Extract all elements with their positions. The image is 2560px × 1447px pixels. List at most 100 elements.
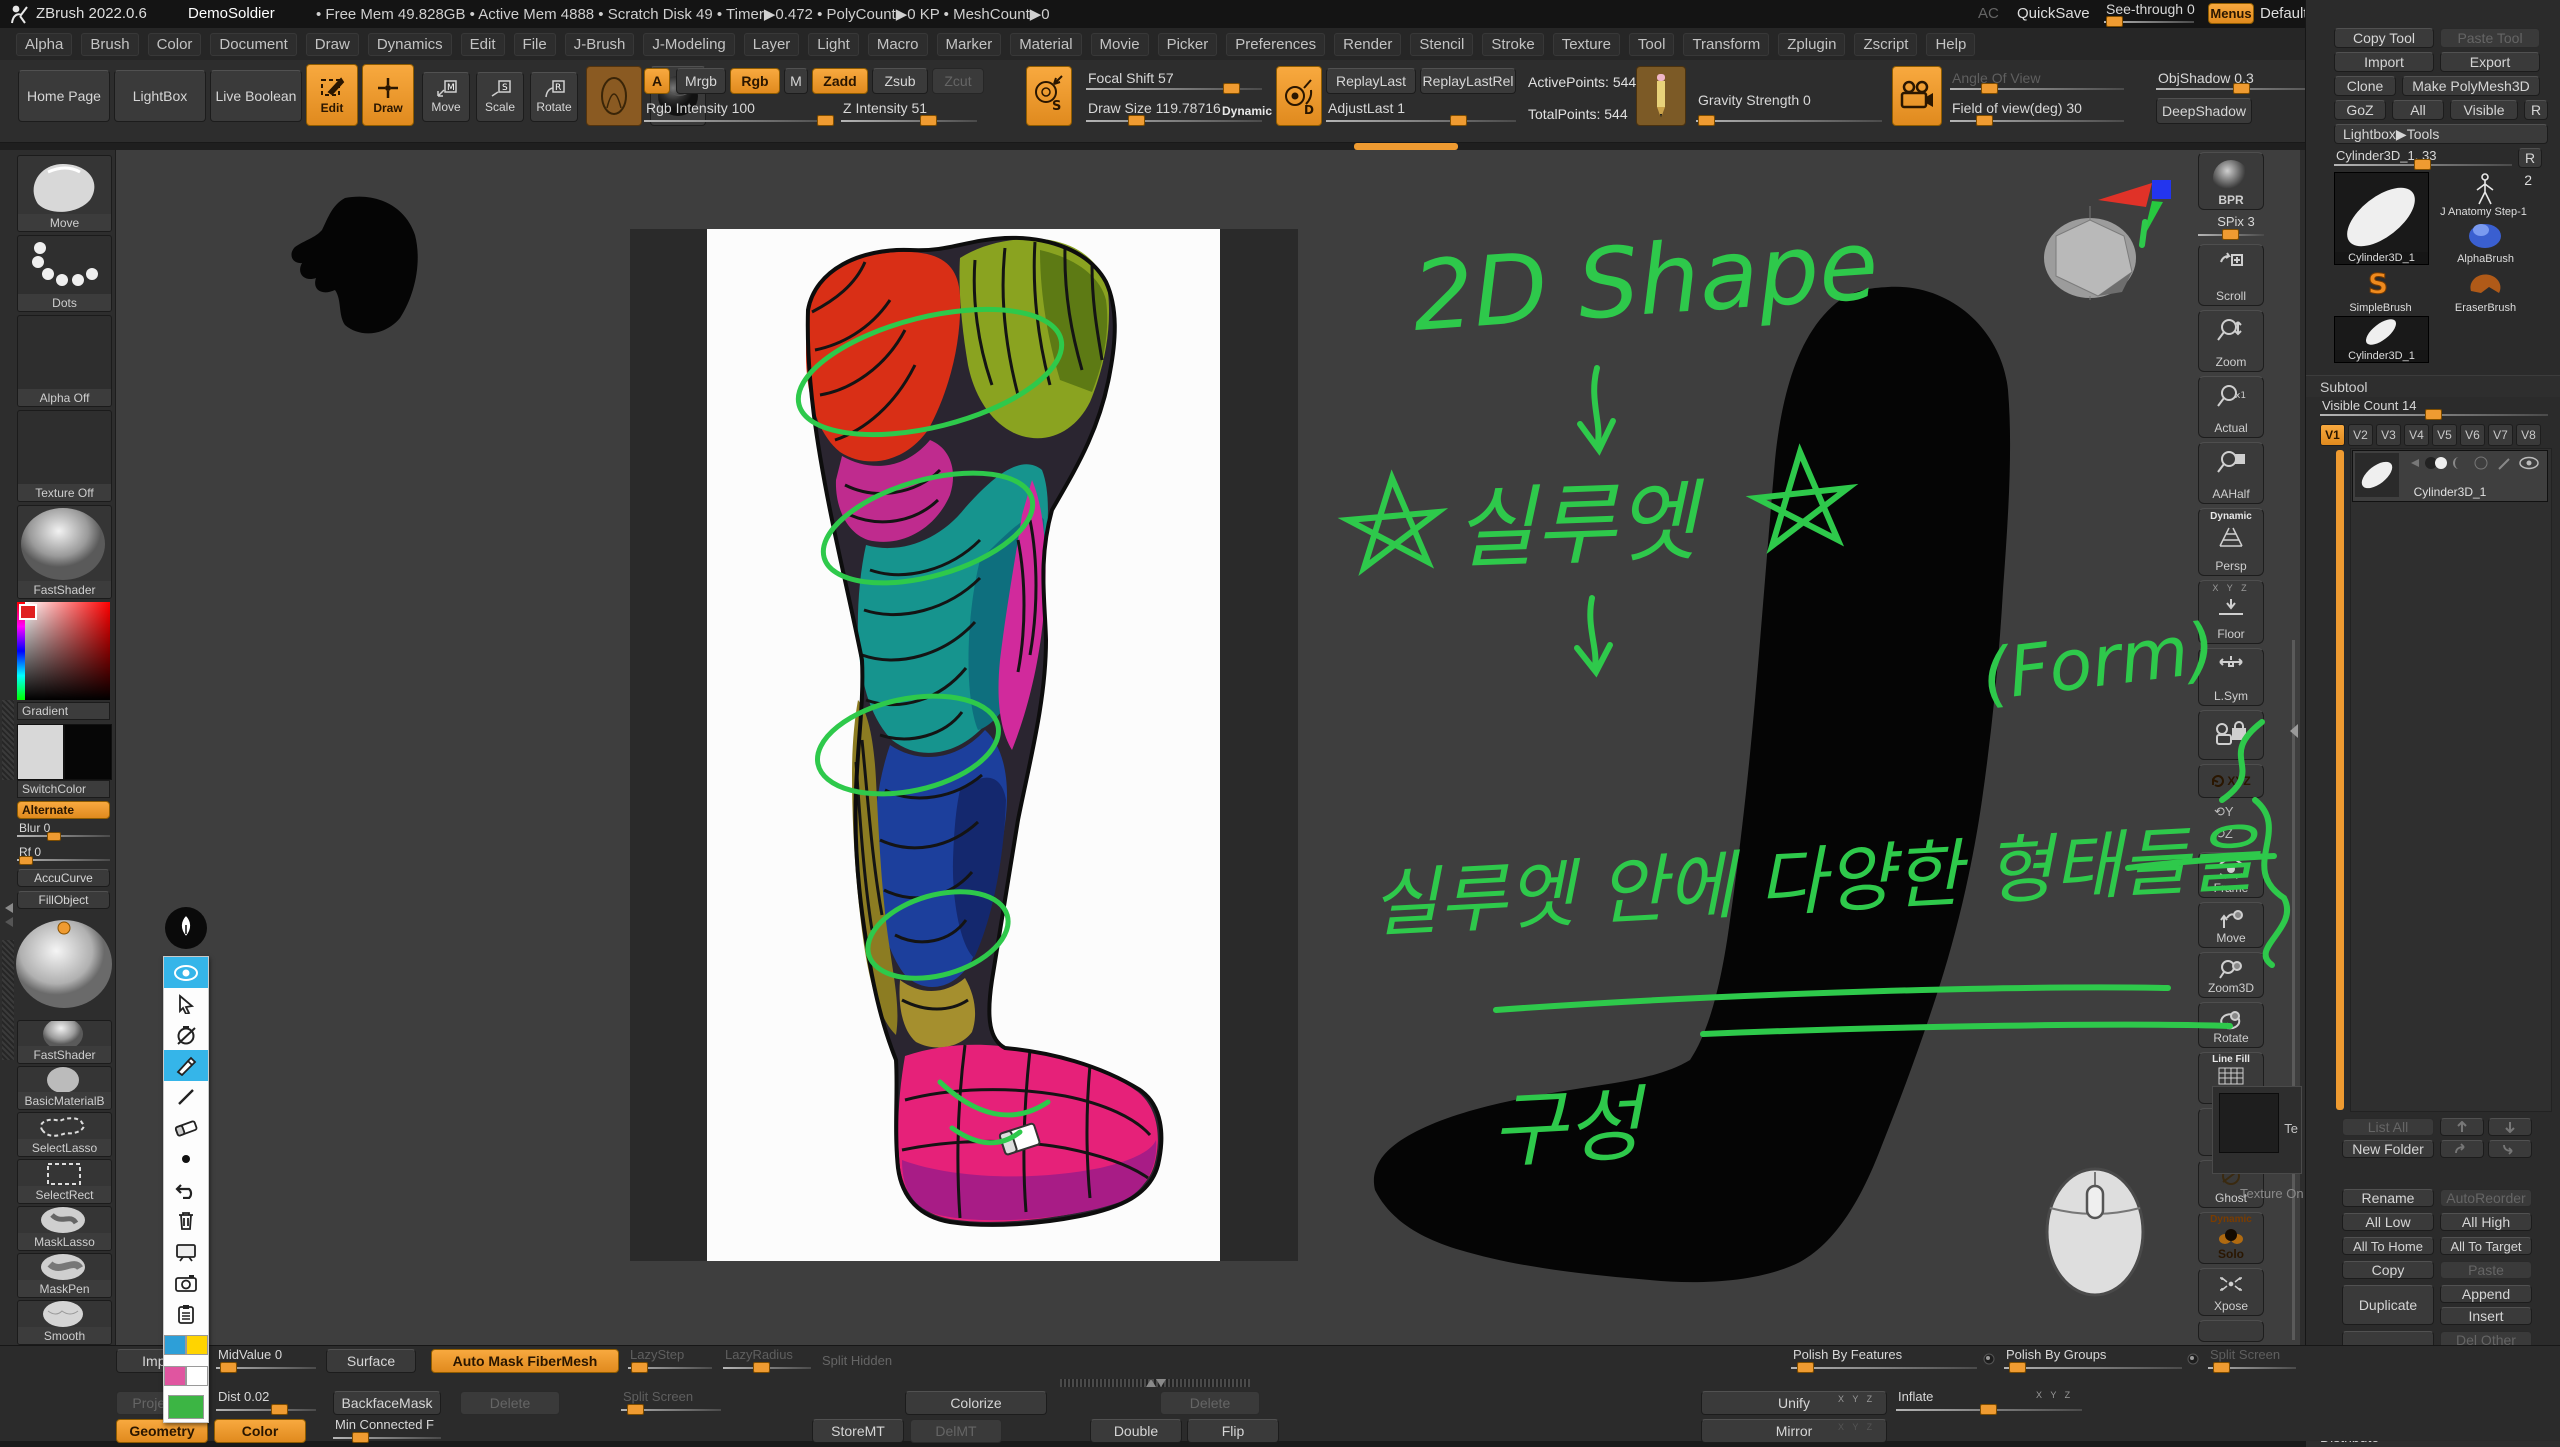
- texture-on-button[interactable]: Texture On: [2240, 1186, 2304, 1201]
- split-screen-slider[interactable]: Split Screen: [2208, 1347, 2296, 1373]
- tray-material[interactable]: FastShader: [17, 505, 112, 599]
- menu-item[interactable]: Marker: [937, 33, 1002, 56]
- surface-button[interactable]: Surface: [326, 1349, 416, 1373]
- delmt-button[interactable]: DelMT: [910, 1419, 1002, 1443]
- inflate-xyz[interactable]: X Y Z: [2036, 1390, 2073, 1400]
- menu-item[interactable]: Macro: [868, 33, 928, 56]
- ink-active-color[interactable]: [164, 1391, 208, 1422]
- menu-item[interactable]: Draw: [306, 33, 359, 56]
- goz-all-button[interactable]: All: [2392, 100, 2444, 120]
- min-connected-slider[interactable]: Min Connected F: [333, 1417, 441, 1443]
- menus-button[interactable]: Menus: [2208, 3, 2254, 24]
- lazystep-slider[interactable]: LazyStep: [628, 1347, 712, 1373]
- menu-item[interactable]: Light: [808, 33, 859, 56]
- zadd-button[interactable]: Zadd: [812, 68, 868, 94]
- lightbox-tools-button[interactable]: Lightbox▶Tools: [2334, 124, 2548, 144]
- menu-item[interactable]: Picker: [1158, 33, 1218, 56]
- subtool-version-tab[interactable]: V4: [2404, 424, 2429, 446]
- tray-alpha[interactable]: Alpha Off: [17, 315, 112, 407]
- subtool-version-tab[interactable]: V5: [2432, 424, 2457, 446]
- ink-whiteboard-button[interactable]: [164, 1236, 208, 1267]
- zcut-button[interactable]: Zcut: [932, 68, 984, 94]
- color-button[interactable]: Color: [214, 1419, 306, 1443]
- shelf-scroll-track[interactable]: [0, 143, 2560, 150]
- paste-subtool-button[interactable]: Paste: [2440, 1261, 2532, 1279]
- polish-features-toggle[interactable]: [1982, 1352, 1996, 1366]
- subtool-header[interactable]: Subtool: [2306, 375, 2560, 397]
- swatch-white[interactable]: [186, 1366, 208, 1386]
- a-button[interactable]: A: [644, 68, 670, 94]
- move-to-folder-down-button[interactable]: [2488, 1140, 2532, 1158]
- quicksave-button[interactable]: QuickSave: [2017, 5, 2090, 22]
- gravity-strength-slider[interactable]: Gravity Strength 0: [1696, 92, 1882, 126]
- menu-item[interactable]: Transform: [1683, 33, 1769, 56]
- ink-timer-tool[interactable]: [164, 1019, 208, 1050]
- ink-undo-button[interactable]: [164, 1174, 208, 1205]
- secondary-color-swatch[interactable]: [64, 724, 112, 780]
- texture-flyout[interactable]: Te: [2212, 1086, 2302, 1174]
- alternate-button[interactable]: Alternate: [17, 801, 110, 819]
- tool-thumb-alphabrush[interactable]: AlphaBrush: [2437, 220, 2534, 263]
- tool-thumb-eraserbrush[interactable]: EraserBrush: [2437, 267, 2534, 312]
- export-tool-button[interactable]: Export: [2440, 52, 2540, 72]
- copy-subtool-button[interactable]: Copy: [2342, 1261, 2434, 1279]
- menu-item[interactable]: Movie: [1091, 33, 1149, 56]
- backfacemask-button[interactable]: BackfaceMask: [333, 1391, 441, 1415]
- goz-r-button[interactable]: R: [2524, 100, 2548, 120]
- subtool-item-icons[interactable]: [2409, 455, 2541, 471]
- all-to-home-button[interactable]: All To Home: [2342, 1237, 2434, 1255]
- m-button[interactable]: M: [784, 68, 808, 94]
- rgb-button[interactable]: Rgb: [730, 68, 780, 94]
- subtool-up-button[interactable]: [2440, 1118, 2484, 1136]
- tray-material-fastshader[interactable]: FastShader: [17, 1020, 112, 1064]
- rf-slider[interactable]: Rf 0: [17, 845, 110, 865]
- bpr-button[interactable]: BPR: [2198, 152, 2264, 210]
- menu-item[interactable]: Tool: [1629, 33, 1675, 56]
- tray-scroll-texture2[interactable]: [2, 940, 14, 1060]
- auto-mask-fibermesh-button[interactable]: Auto Mask FiberMesh: [431, 1349, 619, 1373]
- polypaint-delete-button[interactable]: Delete: [1160, 1391, 1260, 1415]
- polish-groups-toggle[interactable]: [2186, 1352, 2200, 1366]
- menu-item[interactable]: Alpha: [16, 33, 72, 56]
- menu-item[interactable]: Preferences: [1226, 33, 1325, 56]
- swatch-pink[interactable]: [164, 1366, 186, 1386]
- goz-visible-button[interactable]: Visible: [2450, 100, 2518, 120]
- gradient-button[interactable]: Gradient: [17, 702, 110, 720]
- menu-item[interactable]: Layer: [744, 33, 800, 56]
- camera-button[interactable]: [1892, 66, 1942, 126]
- replay-last-button[interactable]: ReplayLast: [1326, 68, 1416, 94]
- ink-screenshot-camera-button[interactable]: [164, 1267, 208, 1298]
- subtool-version-tab[interactable]: V7: [2488, 424, 2513, 446]
- ink-line-tool[interactable]: [164, 1081, 208, 1112]
- tool-slider[interactable]: Cylinder3D_1. 33: [2334, 148, 2512, 170]
- swatch-green-active[interactable]: [168, 1395, 204, 1419]
- ink-swatch-row-1[interactable]: [164, 1329, 208, 1360]
- tool-thumb-anatomy[interactable]: 2 J Anatomy Step-1: [2437, 172, 2534, 216]
- texture-thumb[interactable]: [2219, 1093, 2279, 1153]
- ink-size-dot[interactable]: [164, 1143, 208, 1174]
- autoreorder-button[interactable]: AutoReorder: [2440, 1189, 2532, 1207]
- stroke-type-button[interactable]: D: [1276, 66, 1322, 126]
- mrgb-button[interactable]: Mrgb: [676, 68, 726, 94]
- tool-thumb-cylinder-large[interactable]: Cylinder3D_1: [2334, 172, 2429, 265]
- obj-shadow-slider[interactable]: ObjShadow 0.3: [2156, 70, 2328, 94]
- all-to-target-button[interactable]: All To Target: [2440, 1237, 2532, 1255]
- append-button[interactable]: Append: [2440, 1285, 2532, 1303]
- menu-item[interactable]: Stroke: [1482, 33, 1543, 56]
- lightbox-button[interactable]: LightBox: [114, 70, 206, 122]
- replay-last-rel-button[interactable]: ReplayLastRel: [1420, 68, 1516, 94]
- menu-item[interactable]: Material: [1010, 33, 1081, 56]
- import-tool-button[interactable]: Import: [2334, 52, 2434, 72]
- double-button[interactable]: Double: [1090, 1419, 1182, 1443]
- duplicate-button[interactable]: Duplicate: [2342, 1285, 2434, 1325]
- subtool-version-tab[interactable]: V3: [2376, 424, 2401, 446]
- swatch-yellow[interactable]: [186, 1335, 208, 1355]
- tray-selectrect[interactable]: SelectRect: [17, 1159, 112, 1204]
- menu-item[interactable]: Color: [148, 33, 202, 56]
- ink-eraser-tool[interactable]: [164, 1112, 208, 1143]
- menu-item[interactable]: Document: [210, 33, 296, 56]
- ink-cursor-tool[interactable]: [164, 988, 208, 1019]
- tray-scroll-texture[interactable]: [2, 700, 14, 780]
- midvalue-slider[interactable]: MidValue 0: [216, 1347, 316, 1373]
- blur-slider[interactable]: Blur 0: [17, 821, 110, 841]
